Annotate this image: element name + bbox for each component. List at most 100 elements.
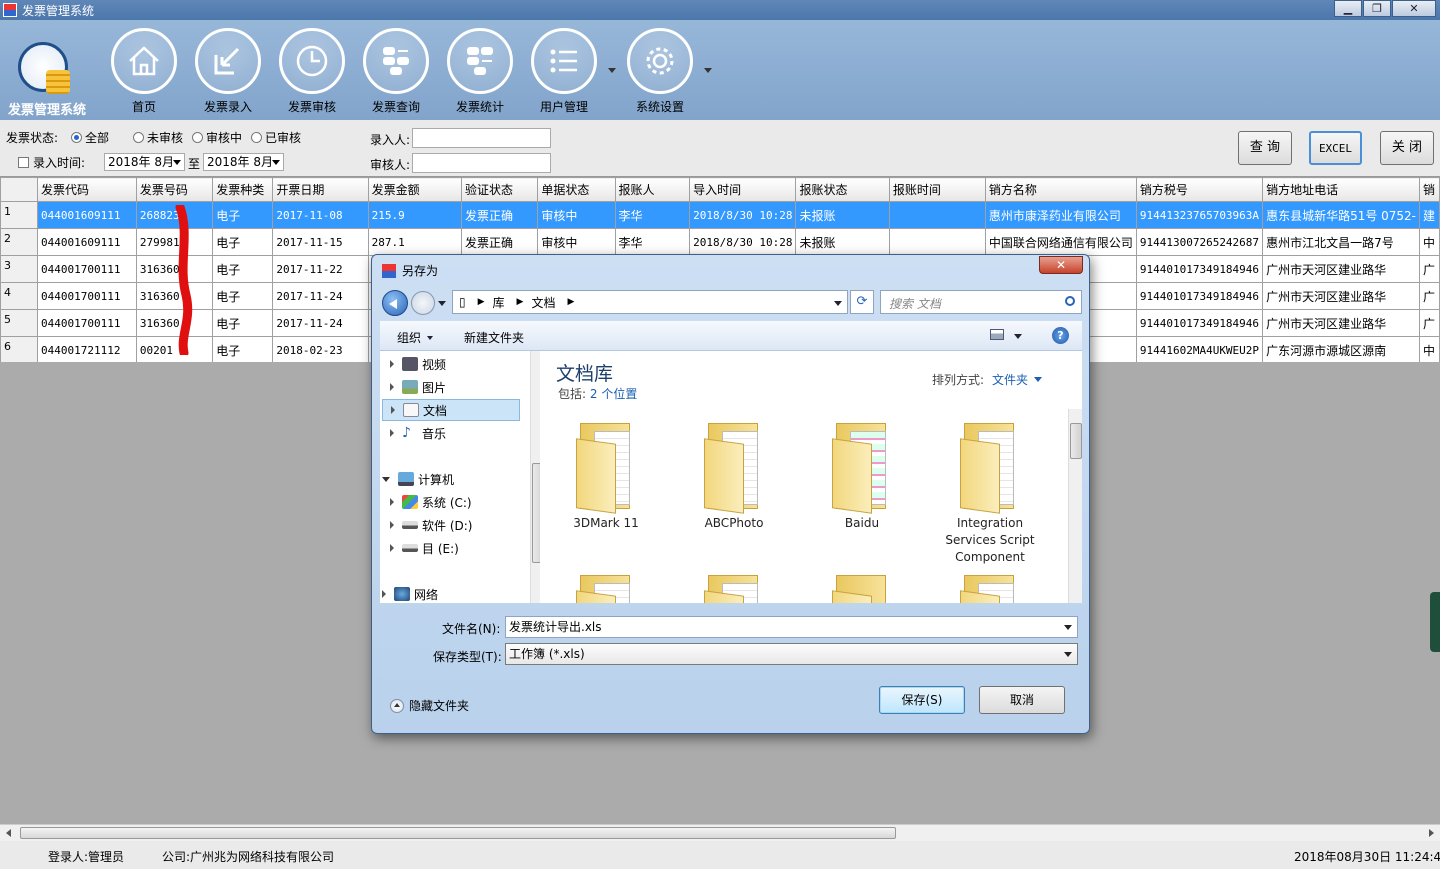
reviewer-input[interactable] — [412, 153, 551, 173]
table-cell[interactable]: 044001609111 — [37, 228, 137, 256]
table-cell[interactable]: 044001700111 — [37, 282, 137, 310]
column-header[interactable]: 销方名称 — [984, 177, 1137, 202]
table-cell[interactable]: 914401017349184946 — [1135, 309, 1264, 337]
table-cell[interactable]: 广 — [1419, 309, 1440, 337]
chevron-right-icon[interactable]: ▶ — [567, 297, 574, 307]
expand-icon[interactable] — [390, 429, 394, 437]
user-management-dropdown-icon[interactable] — [608, 68, 616, 73]
table-cell[interactable]: 044001700111 — [37, 255, 137, 283]
expand-icon[interactable] — [390, 498, 394, 506]
query-button[interactable]: 查 询 — [1238, 131, 1292, 165]
history-dropdown-icon[interactable] — [438, 301, 446, 306]
new-folder-button[interactable]: 新建文件夹 — [464, 329, 524, 346]
table-cell[interactable]: 电子 — [212, 255, 274, 283]
table-cell[interactable]: 广东河源市源城区源南 — [1262, 336, 1421, 362]
excel-export-button[interactable]: EXCEL — [1309, 131, 1362, 165]
date-to-picker[interactable]: 2018年 8月 — [203, 153, 284, 171]
table-cell[interactable]: 中国联合网络通信有限公司 — [984, 228, 1137, 256]
table-cell[interactable]: 215.9 — [367, 201, 463, 229]
column-header[interactable]: 报账时间 — [888, 177, 986, 202]
refresh-icon[interactable]: ⟳ — [850, 290, 874, 314]
folder-item[interactable]: Baidu — [802, 419, 922, 532]
column-header[interactable]: 销方税号 — [1135, 177, 1264, 202]
save-button[interactable]: 保存(S) — [879, 686, 965, 714]
chevron-down-icon[interactable] — [1064, 652, 1072, 657]
table-cell[interactable]: 广州市天河区建业路华 — [1262, 282, 1421, 310]
toolbar-invoice-query-button[interactable]: 发票查询 — [356, 28, 436, 114]
nav-item-drive-c[interactable]: 系统 (C:) — [390, 491, 536, 513]
chevron-down-icon[interactable] — [1034, 377, 1043, 382]
table-cell[interactable]: 中 — [1419, 336, 1440, 362]
column-header[interactable]: 单据状态 — [537, 177, 616, 202]
folder-item[interactable]: ABCPhoto — [674, 419, 794, 532]
scrollbar-thumb[interactable] — [20, 827, 896, 839]
entry-time-checkbox[interactable]: 录入时间: — [18, 154, 85, 171]
table-cell[interactable]: 李华 — [614, 201, 691, 229]
table-cell[interactable]: 044001700111 — [37, 309, 137, 337]
toolbar-invoice-review-button[interactable]: 发票审核 — [272, 28, 352, 114]
column-header[interactable]: 销 — [1419, 177, 1440, 202]
filename-input[interactable]: 发票统计导出.xls — [505, 616, 1078, 638]
row-header-corner[interactable] — [0, 177, 39, 202]
dialog-close-button[interactable]: ✕ — [1039, 256, 1083, 274]
table-cell[interactable]: 审核中 — [537, 201, 616, 229]
column-header[interactable]: 报账人 — [614, 177, 691, 202]
column-header[interactable]: 销方地址电话 — [1262, 177, 1421, 202]
hide-folders-toggle[interactable]: 隐藏文件夹 — [390, 697, 469, 714]
search-input[interactable]: 搜索 文档 — [880, 290, 1082, 314]
chevron-down-icon[interactable] — [1064, 625, 1072, 630]
table-cell[interactable]: 2017-11-24 — [272, 282, 369, 310]
breadcrumb-library[interactable]: 库 — [493, 294, 505, 311]
table-cell[interactable]: 电子 — [212, 309, 274, 337]
view-dropdown-icon[interactable] — [1014, 334, 1022, 339]
table-cell[interactable]: 广 — [1419, 255, 1440, 283]
organize-menu[interactable]: 组织 — [397, 329, 433, 346]
scroll-left-icon[interactable] — [6, 829, 11, 837]
table-cell[interactable]: 电子 — [212, 228, 274, 256]
date-from-picker[interactable]: 2018年 8月 — [104, 153, 185, 171]
table-cell[interactable]: 广 — [1419, 282, 1440, 310]
table-cell[interactable]: 未报账 — [795, 228, 890, 256]
nav-item-documents[interactable]: 文档 — [382, 399, 520, 421]
table-cell[interactable]: 2017-11-08 — [272, 201, 369, 229]
toolbar-invoice-stats-button[interactable]: 发票统计 — [440, 28, 520, 114]
table-cell[interactable]: 287.1 — [367, 228, 463, 256]
column-header[interactable]: 发票代码 — [37, 177, 137, 202]
folder-item[interactable] — [674, 571, 794, 603]
column-header[interactable]: 发票号码 — [135, 177, 214, 202]
toolbar-user-management-button[interactable]: 用户管理 — [524, 28, 604, 114]
collapse-icon[interactable] — [382, 476, 390, 482]
column-header[interactable]: 验证状态 — [460, 177, 539, 202]
table-cell[interactable]: 2018/8/30 10:28 — [689, 201, 797, 229]
table-cell[interactable]: 审核中 — [537, 228, 616, 256]
cancel-button[interactable]: 取消 — [979, 686, 1065, 714]
expand-icon[interactable] — [390, 360, 394, 368]
table-cell[interactable]: 电子 — [212, 282, 274, 310]
side-widget[interactable] — [1430, 592, 1440, 652]
table-cell[interactable]: 李华 — [614, 228, 691, 256]
status-option-unreviewed[interactable]: 未审核 — [133, 129, 183, 146]
table-cell[interactable]: 2017-11-24 — [272, 309, 369, 337]
table-cell[interactable]: 惠东县城新华路51号 0752- — [1262, 201, 1421, 229]
column-header[interactable]: 导入时间 — [689, 177, 797, 202]
minimize-button[interactable]: ▁ — [1334, 0, 1362, 17]
close-panel-button[interactable]: 关 闭 — [1380, 131, 1434, 165]
nav-item-pictures[interactable]: 图片 — [390, 376, 536, 398]
column-header[interactable]: 报账状态 — [795, 177, 890, 202]
entered-by-input[interactable] — [412, 128, 551, 148]
table-cell[interactable]: 044001721112 — [37, 336, 137, 362]
table-cell[interactable]: 电子 — [212, 201, 274, 229]
table-cell[interactable]: 91441300726524268​7 — [1135, 228, 1264, 256]
arrange-by-dropdown[interactable]: 文件夹 — [992, 373, 1028, 387]
toolbar-home-button[interactable]: 首页 — [104, 28, 184, 114]
table-row[interactable]: 2 044001609111 279981 电子 2017-11-15 287.1 发票正确… — [0, 228, 1440, 256]
table-cell[interactable]: 中 — [1419, 228, 1440, 256]
nav-item-drive-d[interactable]: 软件 (D:) — [390, 514, 536, 536]
table-cell[interactable]: 发票正确 — [460, 228, 539, 256]
scrollbar-thumb[interactable] — [1070, 423, 1082, 459]
help-icon[interactable]: ? — [1052, 327, 1069, 344]
scroll-right-icon[interactable] — [1429, 829, 1434, 837]
table-cell[interactable]: 建 — [1419, 201, 1440, 229]
row-number[interactable]: 1 — [0, 201, 39, 229]
expand-icon[interactable] — [390, 521, 394, 529]
